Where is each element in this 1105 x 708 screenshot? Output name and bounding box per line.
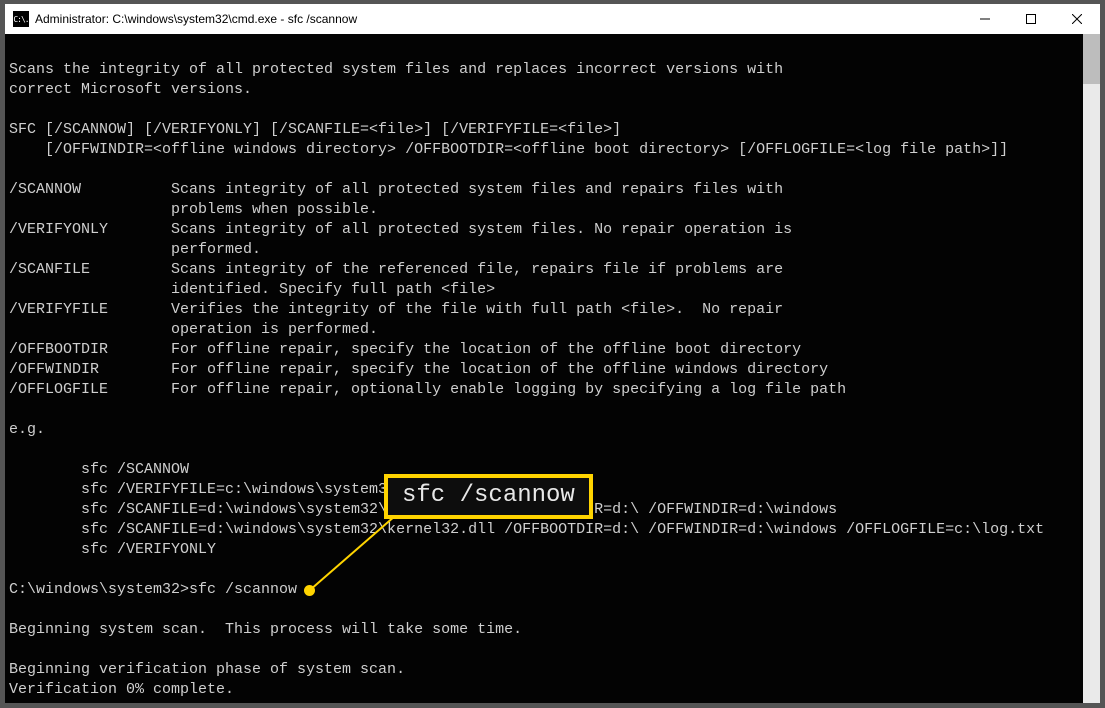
cmd-icon: C:\. (13, 11, 29, 27)
callout-anchor-dot (304, 585, 315, 596)
close-button[interactable] (1054, 4, 1100, 34)
cmd-window: C:\. Administrator: C:\windows\system32\… (4, 3, 1101, 704)
scrollbar[interactable] (1083, 34, 1100, 703)
scrollbar-thumb[interactable] (1083, 34, 1100, 84)
maximize-button[interactable] (1008, 4, 1054, 34)
callout-box: sfc /scannow (384, 474, 593, 519)
minimize-button[interactable] (962, 4, 1008, 34)
terminal-area: Scans the integrity of all protected sys… (5, 34, 1100, 703)
terminal-output[interactable]: Scans the integrity of all protected sys… (5, 34, 1083, 703)
callout-text: sfc /scannow (402, 482, 575, 509)
titlebar[interactable]: C:\. Administrator: C:\windows\system32\… (5, 4, 1100, 34)
window-title: Administrator: C:\windows\system32\cmd.e… (35, 12, 357, 26)
